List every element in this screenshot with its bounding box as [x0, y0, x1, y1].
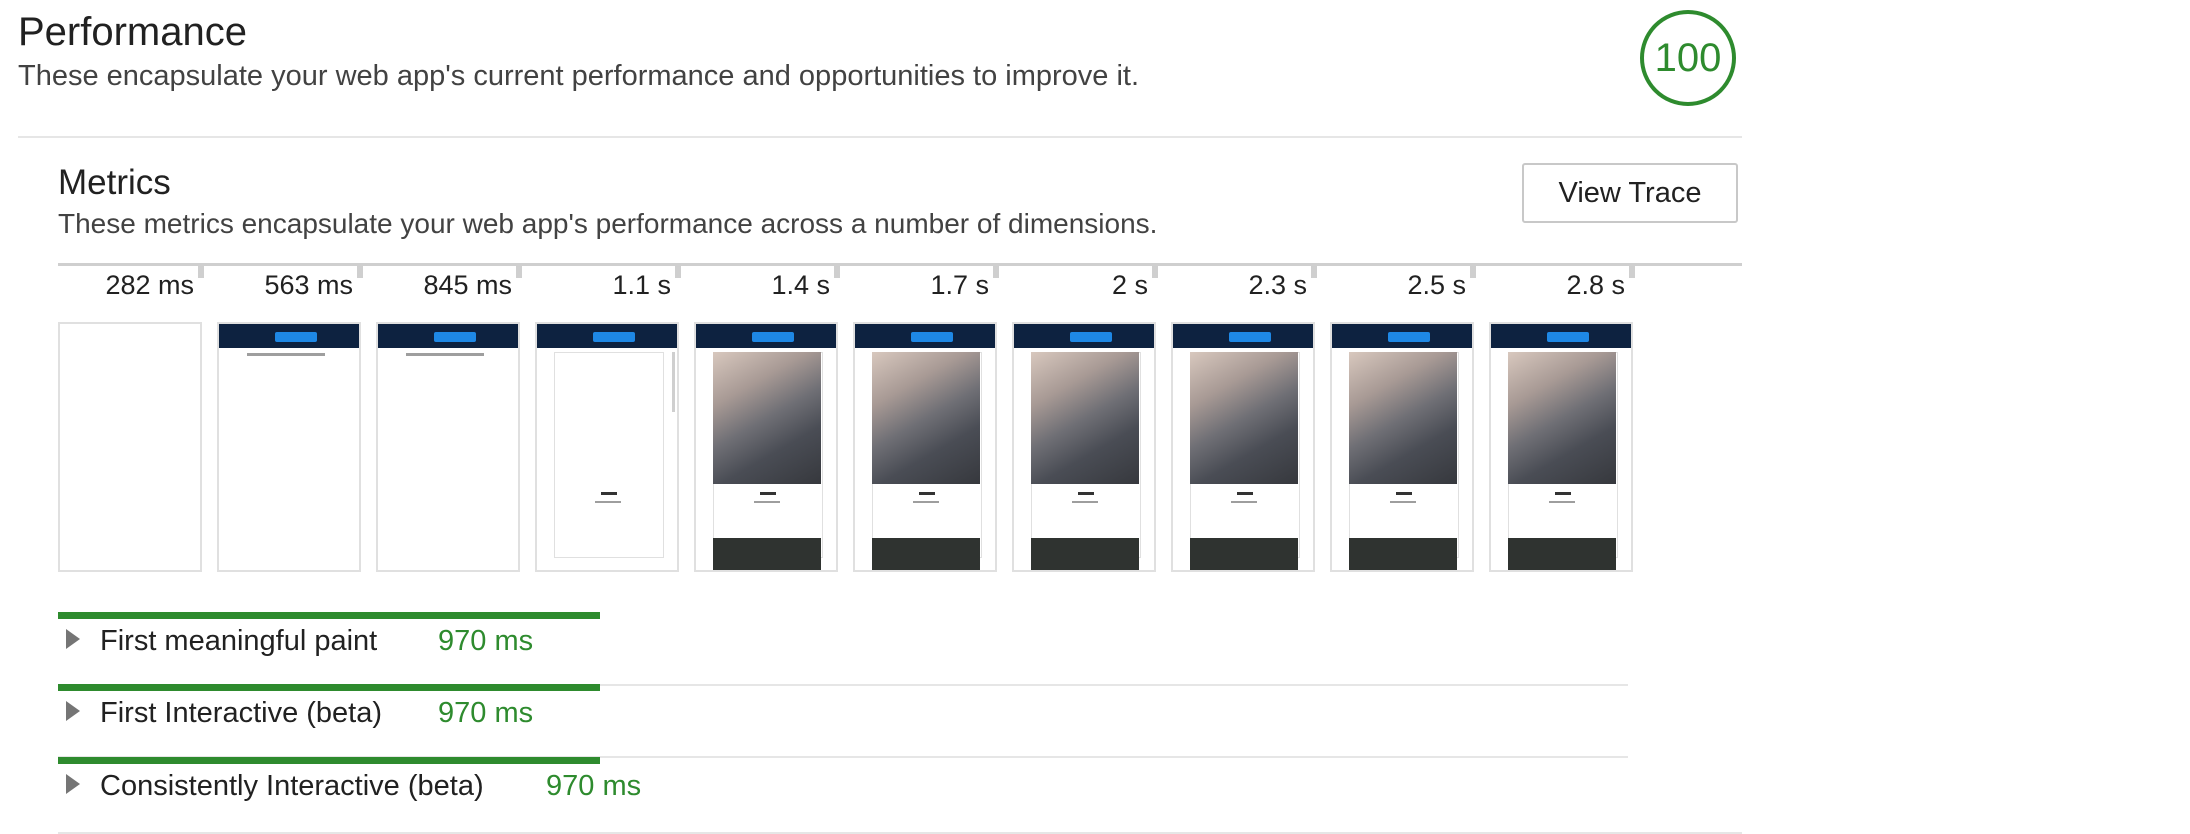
- frame-tick: [675, 266, 681, 278]
- expand-arrow-icon[interactable]: [66, 774, 80, 794]
- thumb-header-button: [593, 332, 635, 342]
- frame-time-label: 563 ms: [264, 270, 353, 300]
- frame-time-label: 1.1 s: [612, 270, 671, 300]
- frame-tick: [1470, 266, 1476, 278]
- view-trace-button[interactable]: View Trace: [1522, 163, 1738, 223]
- metric-timing-bar: [58, 612, 600, 619]
- metric-value: 970 ms: [438, 625, 534, 657]
- frame-screenshot: [1171, 322, 1315, 572]
- thumb-name: [601, 492, 617, 495]
- frame-screenshot: [1330, 322, 1474, 572]
- frame-time-label: 1.7 s: [930, 270, 989, 300]
- metric-label: First Interactive (beta): [100, 697, 383, 729]
- thumb-scrollbar: [672, 352, 675, 412]
- thumb-photo: [1508, 352, 1616, 484]
- thumb-photo: [1190, 352, 1298, 484]
- frame-screenshot: [1489, 322, 1633, 572]
- thumb-name: [1555, 492, 1571, 495]
- thumb-next-card: [1508, 538, 1616, 570]
- frame-tick: [198, 266, 204, 278]
- metric-value: 970 ms: [546, 770, 642, 802]
- frame-tick: [993, 266, 999, 278]
- performance-description: These encapsulate your web app's current…: [18, 60, 1140, 92]
- filmstrip-timeline: [58, 263, 1742, 266]
- frame-screenshot: [1012, 322, 1156, 572]
- lighthouse-report: Performance These encapsulate your web a…: [0, 0, 2190, 834]
- metrics-description: These metrics encapsulate your web app's…: [58, 208, 1158, 239]
- thumb-loading-text: [247, 353, 326, 356]
- section-divider: [18, 136, 1742, 138]
- thumb-photo: [1031, 352, 1139, 484]
- frame-tick: [834, 266, 840, 278]
- frame-time-label: 2.5 s: [1407, 270, 1466, 300]
- thumb-meta: [595, 501, 621, 503]
- thumb-next-card: [1349, 538, 1457, 570]
- frame-screenshot: [853, 322, 997, 572]
- expand-arrow-icon[interactable]: [66, 629, 80, 649]
- metric-value: 970 ms: [438, 697, 534, 729]
- thumb-header-button: [752, 332, 794, 342]
- thumb-name: [1237, 492, 1253, 495]
- performance-title: Performance: [18, 10, 247, 54]
- frame-time-label: 1.4 s: [771, 270, 830, 300]
- frame-screenshot: [58, 322, 202, 572]
- thumb-header-button: [1547, 332, 1589, 342]
- thumb-name: [1396, 492, 1412, 495]
- metrics-title: Metrics: [58, 163, 171, 202]
- thumb-photo: [1349, 352, 1457, 484]
- frame-tick: [357, 266, 363, 278]
- frame-time-label: 2.3 s: [1248, 270, 1307, 300]
- thumb-header-button: [434, 332, 476, 342]
- thumb-card: [554, 352, 664, 558]
- frame-screenshot: [694, 322, 838, 572]
- thumb-name: [1078, 492, 1094, 495]
- frame-time-label: 845 ms: [423, 270, 512, 300]
- thumb-header-button: [1070, 332, 1112, 342]
- thumb-meta: [754, 501, 780, 503]
- metric-timing-bar: [58, 757, 600, 764]
- performance-score-gauge: 100: [1640, 10, 1736, 106]
- thumb-next-card: [1031, 538, 1139, 570]
- thumb-next-card: [1190, 538, 1298, 570]
- thumb-meta: [1390, 501, 1416, 503]
- frame-tick: [1152, 266, 1158, 278]
- frame-tick: [516, 266, 522, 278]
- thumb-meta: [1231, 501, 1257, 503]
- thumb-header-button: [275, 332, 317, 342]
- metric-label: Consistently Interactive (beta): [100, 770, 484, 802]
- thumb-meta: [1549, 501, 1575, 503]
- thumb-photo: [872, 352, 980, 484]
- frame-screenshot: [376, 322, 520, 572]
- frame-time-label: 2 s: [1111, 270, 1148, 300]
- frame-screenshot: [217, 322, 361, 572]
- frame-tick: [1311, 266, 1317, 278]
- thumb-loading-text: [406, 353, 485, 356]
- frame-time-label: 2.8 s: [1566, 270, 1625, 300]
- thumb-next-card: [713, 538, 821, 570]
- thumb-name: [760, 492, 776, 495]
- thumb-header-button: [1229, 332, 1271, 342]
- thumb-photo: [713, 352, 821, 484]
- thumb-name: [919, 492, 935, 495]
- thumb-header-button: [911, 332, 953, 342]
- thumb-next-card: [872, 538, 980, 570]
- frame-screenshot: [535, 322, 679, 572]
- frame-tick: [1629, 266, 1635, 278]
- metric-timing-bar: [58, 684, 600, 691]
- metric-label: First meaningful paint: [100, 625, 378, 657]
- expand-arrow-icon[interactable]: [66, 701, 80, 721]
- frame-time-label: 282 ms: [105, 270, 194, 300]
- thumb-meta: [1072, 501, 1098, 503]
- thumb-meta: [913, 501, 939, 503]
- thumb-header-button: [1388, 332, 1430, 342]
